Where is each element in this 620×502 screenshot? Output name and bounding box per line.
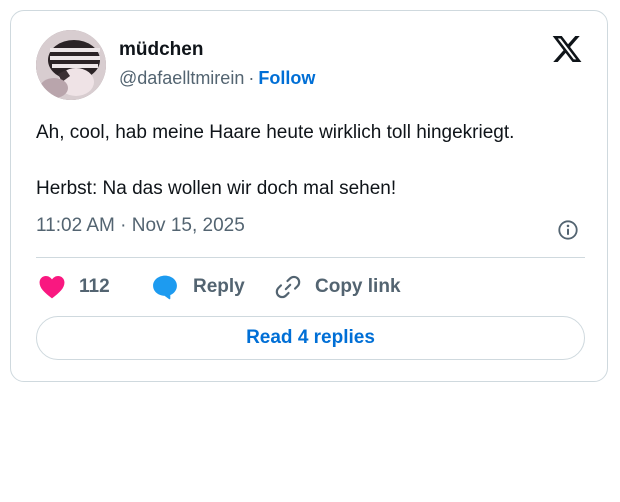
copy-link-button[interactable]: Copy link	[275, 274, 401, 300]
link-icon	[275, 275, 301, 299]
speech-bubble-icon	[153, 275, 177, 300]
avatar-image	[36, 30, 106, 100]
follow-button[interactable]: Follow	[258, 68, 315, 88]
avatar[interactable]	[36, 30, 106, 100]
separator-dot: ·	[248, 68, 255, 88]
like-button[interactable]: 112	[39, 274, 110, 300]
tweet-text-line-2: Herbst: Na das wollen wir doch mal sehen…	[36, 178, 397, 199]
heart-icon	[39, 275, 65, 299]
reply-label: Reply	[193, 276, 245, 297]
reply-button[interactable]: Reply	[151, 274, 245, 300]
tweet-text-line-1: Ah, cool, hab meine Haare heute wirklich…	[36, 122, 515, 143]
author-handle[interactable]: @dafaelltmirein	[119, 68, 244, 88]
divider	[36, 257, 585, 258]
x-logo-icon[interactable]	[551, 33, 583, 65]
tweet-embed-card: müdchen @dafaelltmirein · Follow Ah, cool,…	[10, 10, 608, 382]
tweet-text: Ah, cool, hab meine Haare heute wirklich…	[36, 119, 586, 203]
copy-link-label: Copy link	[315, 276, 401, 297]
author-display-name[interactable]: müdchen	[119, 39, 203, 61]
tweet-timestamp[interactable]: 11:02 AM · Nov 15, 2025	[36, 215, 245, 237]
like-count: 112	[79, 276, 110, 297]
read-replies-button[interactable]: Read 4 replies	[36, 316, 585, 360]
info-icon[interactable]	[557, 219, 579, 241]
author-handle-row: @dafaelltmirein · Follow	[119, 68, 315, 89]
